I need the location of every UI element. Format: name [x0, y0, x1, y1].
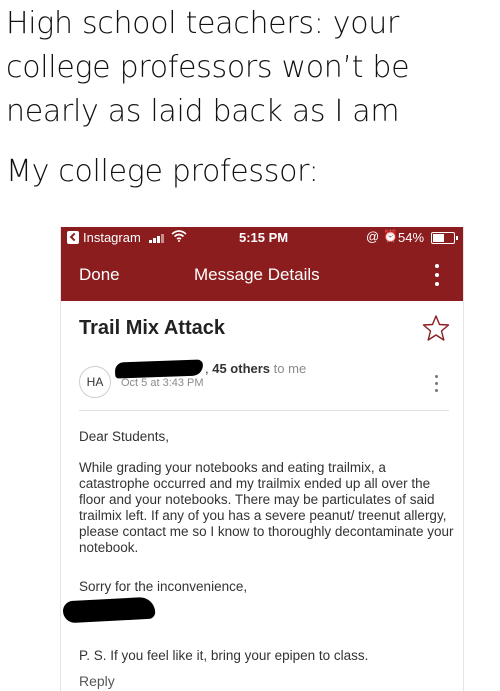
email-date: Oct 5 at 3:43 PM	[121, 377, 204, 389]
battery-percent: 54%	[398, 230, 425, 245]
redacted-signature	[62, 596, 156, 624]
reply-button[interactable]: Reply	[79, 673, 115, 689]
recipients-line[interactable]: , 45 others to me	[205, 361, 306, 376]
divider	[79, 410, 449, 411]
others-count: 45 others	[212, 361, 271, 376]
wifi-icon	[171, 230, 187, 245]
avatar[interactable]: HA	[79, 366, 111, 398]
at-icon: @	[366, 229, 380, 244]
alarm-icon: ⏰	[383, 229, 398, 243]
email-postscript: P. S. If you feel like it, bring your ep…	[79, 648, 369, 663]
status-carrier: Instagram	[83, 230, 141, 245]
to-me-label: to me	[273, 361, 307, 376]
meme-caption-bottom: My college professor:	[6, 154, 319, 189]
signal-icon	[149, 233, 167, 243]
email-paragraph: While grading your notebooks and eating …	[79, 460, 454, 555]
email-closing: Sorry for the inconvenience,	[79, 579, 248, 594]
more-options-icon[interactable]	[431, 262, 443, 288]
back-to-app-icon[interactable]	[67, 231, 79, 244]
battery-icon	[431, 232, 458, 244]
email-subject: Trail Mix Attack	[79, 317, 225, 339]
status-time: 5:15 PM	[239, 230, 289, 245]
done-button[interactable]: Done	[79, 265, 120, 285]
message-more-icon[interactable]	[433, 373, 441, 395]
star-icon[interactable]	[421, 313, 451, 343]
redacted-sender-name	[114, 359, 204, 379]
email-greeting: Dear Students,	[79, 429, 170, 444]
meme-caption-top: High school teachers: your college profe…	[6, 6, 410, 129]
nav-title: Message Details	[194, 265, 320, 284]
phone-screenshot: Instagram 5:15 PM @ ⏰ 54% Done Message D…	[60, 227, 464, 691]
status-bar: Instagram 5:15 PM @ ⏰ 54%	[61, 227, 463, 249]
nav-bar: Done Message Details	[61, 249, 463, 301]
